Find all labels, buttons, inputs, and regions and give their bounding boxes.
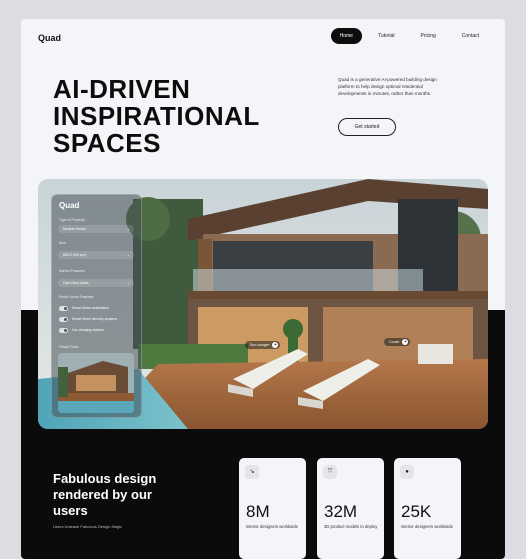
nav-links: Home Tutorial Pricing Contact	[330, 28, 489, 44]
panel-logo: Quad	[59, 201, 80, 210]
hero-description: Quad is a generative AI-powered building…	[338, 77, 437, 96]
toggle-security[interactable]	[59, 317, 68, 322]
smart-label: Smart Home Features	[59, 295, 94, 299]
hero-title-line: AI-DRIVEN	[53, 74, 191, 104]
get-started-button[interactable]: Get started	[338, 118, 396, 136]
design-config-panel: Quad Type of Property Modern House ⌄ Siz…	[51, 194, 142, 418]
chevron-down-icon: ⌄	[126, 280, 130, 285]
interior-label: Interior Features	[59, 269, 85, 273]
bottom-subtitle: Users Unleash Fabulous Design Magic	[53, 524, 123, 529]
nav-contact[interactable]: Contact	[452, 28, 489, 44]
nav-tutorial[interactable]: Tutorial	[368, 28, 405, 44]
hero-title-line: INSPIRATIONAL	[53, 101, 260, 131]
chevron-down-icon: ⌄	[126, 252, 130, 257]
logo[interactable]: Quad	[38, 33, 61, 43]
stat-value: 25K	[401, 502, 432, 521]
stat-value: 32M	[324, 502, 358, 521]
size-label: Size	[59, 241, 66, 245]
type-label: Type of Property	[59, 218, 85, 222]
bottom-title-line: rendered by our	[53, 487, 152, 502]
stat-value: 8M	[246, 502, 270, 521]
virtual-tours-label: Virtual Tours	[59, 345, 79, 349]
top-nav: Quad Home Tutorial Pricing Contact	[21, 19, 505, 59]
tour-thumbnail-image	[58, 353, 134, 413]
nav-home[interactable]: Home	[330, 28, 362, 44]
size-value: 800-2,400 sq ft	[63, 253, 87, 257]
chevron-down-icon: ⌄	[126, 226, 130, 231]
type-value: Modern House	[63, 227, 86, 231]
stat-label: 3D product models to deploy	[324, 524, 378, 529]
bottom-title-line: users	[53, 503, 88, 518]
nav-pricing[interactable]: Pricing	[410, 28, 445, 44]
bottom-title-line: Fabulous design	[53, 471, 157, 486]
size-select[interactable]: 800-2,400 sq ft ⌄	[58, 251, 134, 259]
bottom-title: Fabulous design rendered by our users	[53, 471, 156, 519]
type-select[interactable]: Modern House ⌄	[58, 225, 134, 233]
expand-icon: ⤧	[323, 465, 337, 479]
interior-value: Open floor plans	[63, 281, 89, 285]
virtual-tour-thumbnail[interactable]	[58, 353, 134, 413]
hero-title: AI-DRIVEN INSPIRATIONAL SPACES	[53, 76, 260, 157]
stat-label: interior designers worldwide	[246, 524, 298, 529]
hero-title-line: SPACES	[53, 128, 161, 158]
stat-card-designers-2: ● 25K interior designers worldwide	[394, 458, 461, 559]
arrow-icon: ↘	[245, 465, 259, 479]
stat-card-models: ⤧ 32M 3D product models to deploy	[317, 458, 384, 559]
toggle-charging-label: Car charging stations	[72, 328, 105, 332]
toggle-automation-label: Smart Home automation	[72, 306, 109, 310]
landing-page: Quad Home Tutorial Pricing Contact AI-DR…	[21, 19, 505, 559]
hotspot-couch[interactable]: Couch	[384, 338, 411, 346]
stat-label: interior designers worldwide	[401, 524, 453, 529]
dot-icon: ●	[400, 465, 414, 479]
toggle-security-label: Smart Home security systems	[72, 317, 118, 321]
hotspot-sun-lounger[interactable]: Sun lounger	[245, 341, 281, 349]
stat-card-designers: ↘ 8M interior designers worldwide	[239, 458, 306, 559]
toggle-charging[interactable]	[59, 328, 68, 333]
interior-select[interactable]: Open floor plans ⌄	[58, 279, 134, 287]
toggle-automation[interactable]	[59, 306, 68, 311]
